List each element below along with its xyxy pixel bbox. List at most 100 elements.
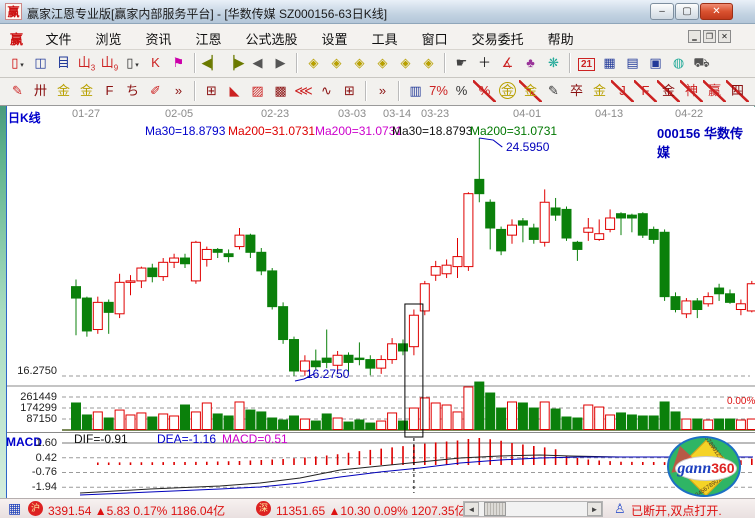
volume-bar xyxy=(399,421,408,429)
connection-status[interactable]: 已断开,双点打开. xyxy=(631,502,722,518)
next-page-icon[interactable]: ▶ xyxy=(269,52,292,74)
close-button[interactable]: ✕ xyxy=(700,3,733,20)
spiral-icon[interactable]: ち xyxy=(121,80,144,102)
percent-lines-icon[interactable]: % xyxy=(473,80,496,102)
gold-angle-icon[interactable]: 金 xyxy=(657,80,680,102)
zoom-up-icon[interactable]: ◈ xyxy=(371,52,394,74)
f10-info-icon[interactable]: 目 xyxy=(52,52,75,74)
hand-icon[interactable]: ☛ xyxy=(450,52,473,74)
angle-tool-icon[interactable]: ∡ xyxy=(496,52,519,74)
menu-item-7[interactable]: 工具 xyxy=(360,24,410,48)
calendar-icon[interactable]: 21 xyxy=(575,52,598,74)
calculator-icon[interactable]: ▦ xyxy=(598,52,621,74)
menu-item-5[interactable]: 公式选股 xyxy=(234,24,310,48)
volume-bar xyxy=(355,420,364,429)
menu-item-1[interactable]: 文件 xyxy=(33,24,83,48)
minimize-button[interactable]: ‒ xyxy=(650,3,674,20)
fan-box2-icon[interactable]: ▩ xyxy=(269,80,292,102)
gold-section-icon[interactable]: 金 xyxy=(75,80,98,102)
percent-icon[interactable]: % xyxy=(450,80,473,102)
peak-price-annotation: 24.5950 xyxy=(506,140,549,154)
flag-icon[interactable]: ⚑ xyxy=(167,52,190,74)
mdi-restore-button[interactable]: ❐ xyxy=(703,30,716,43)
gann-grid-icon[interactable]: ⊞ xyxy=(200,80,223,102)
szse-quote[interactable]: 11351.65 ▲10.30 0.09% 1207.35亿 xyxy=(276,502,467,518)
truck-icon[interactable]: ⛟ xyxy=(690,52,713,74)
tree-tool-icon[interactable]: ♣ xyxy=(519,52,542,74)
percent7-icon[interactable]: 7% xyxy=(427,80,450,102)
toolbar-separator xyxy=(194,81,196,101)
crosshair-icon[interactable]: ＋ xyxy=(473,52,496,74)
sse-quote[interactable]: 3391.54 ▲5.83 0.17% 1186.04亿 xyxy=(48,502,225,518)
volume-profile-icon[interactable]: ▥ xyxy=(404,80,427,102)
ying-angle-icon[interactable]: 赢 xyxy=(703,80,726,102)
minute-chart-3-icon[interactable]: 山3 xyxy=(75,52,98,74)
last-page-icon[interactable]: ▕▶ xyxy=(223,52,246,74)
mdi-close-button[interactable]: ✕ xyxy=(718,30,731,43)
save-icon[interactable]: ▣ xyxy=(644,52,667,74)
scroll-right-arrow[interactable]: ► xyxy=(587,502,602,516)
screen-layout-icon[interactable]: ◫ xyxy=(29,52,52,74)
gold-circle-icon[interactable]: 金 xyxy=(496,80,519,102)
menu-item-4[interactable]: 江恩 xyxy=(184,24,234,48)
arrow-brush-icon[interactable]: ✎ xyxy=(542,80,565,102)
gold-tool-icon[interactable]: 金 xyxy=(588,80,611,102)
volume-bar xyxy=(497,408,506,429)
mdi-minimize-button[interactable]: ‗ xyxy=(688,30,701,43)
menu-item-2[interactable]: 浏览 xyxy=(83,24,133,48)
volume-bar xyxy=(704,420,713,429)
fan-icon[interactable]: ◣ xyxy=(223,80,246,102)
candle-body xyxy=(551,208,560,215)
candle-period-icon[interactable]: ▯ ▾ xyxy=(121,52,144,74)
f-angle-icon[interactable]: F xyxy=(634,80,657,102)
gold-ratio-icon[interactable]: 金 xyxy=(52,80,75,102)
horizontal-scrollbar[interactable]: ◄ ► xyxy=(463,501,603,517)
zoom-all-icon[interactable]: ◈ xyxy=(394,52,417,74)
kx-analysis-icon[interactable]: K xyxy=(144,52,167,74)
si-angle-icon[interactable]: 四 xyxy=(726,80,749,102)
connection-user-icon[interactable]: ♙ xyxy=(614,501,626,517)
menu-item-10[interactable]: 帮助 xyxy=(536,24,586,48)
menu-item-3[interactable]: 资讯 xyxy=(134,24,184,48)
j-angle-icon[interactable]: J xyxy=(611,80,634,102)
logo-gann-text: gann xyxy=(677,460,711,477)
more-left-icon[interactable]: » xyxy=(167,80,190,102)
minute-chart-9-icon[interactable]: 山9 xyxy=(98,52,121,74)
zoom-lr-icon[interactable]: ◈ xyxy=(348,52,371,74)
volume-bar xyxy=(257,412,266,430)
scrollbar-thumb[interactable] xyxy=(484,502,506,516)
gann-box-icon[interactable]: 卒 xyxy=(565,80,588,102)
volume-bar xyxy=(93,412,102,430)
candle-style-icon[interactable]: ▯ ▾ xyxy=(6,52,29,74)
scroll-left-arrow[interactable]: ◄ xyxy=(464,502,479,516)
candle-body xyxy=(671,297,680,310)
szse-icon[interactable]: 深 xyxy=(256,501,271,516)
brush2-icon[interactable]: ✐ xyxy=(144,80,167,102)
menu-item-8[interactable]: 窗口 xyxy=(410,24,460,48)
ray-icon[interactable]: ⋘ xyxy=(292,80,315,102)
fan-box-icon[interactable]: ▨ xyxy=(246,80,269,102)
gann-line-icon[interactable]: 卅 xyxy=(29,80,52,102)
gold-lines-icon[interactable]: 金 xyxy=(519,80,542,102)
menu-item-6[interactable]: 设置 xyxy=(310,24,360,48)
first-page-icon[interactable]: ◀▏ xyxy=(200,52,223,74)
grid2-icon[interactable]: ⊞ xyxy=(338,80,361,102)
keyboard-icon[interactable]: ▦ xyxy=(8,501,21,516)
prev-page-icon[interactable]: ◀ xyxy=(246,52,269,74)
web-icon[interactable]: ◍ xyxy=(667,52,690,74)
zigzag-icon[interactable]: ∿ xyxy=(315,80,338,102)
zoom-right-icon[interactable]: ◈ xyxy=(325,52,348,74)
menu-item-9[interactable]: 交易委托 xyxy=(460,24,536,48)
more-right-icon[interactable]: » xyxy=(371,80,394,102)
zoom-fit-icon[interactable]: ◈ xyxy=(417,52,440,74)
zoom-left-icon[interactable]: ◈ xyxy=(302,52,325,74)
toolbar-gann-tools: ✎卅金金Fち✐»⊞◣▨▩⋘∿⊞»▥7%%%金金✎卒金JF金神赢四 xyxy=(0,78,755,106)
f-line-icon[interactable]: F xyxy=(98,80,121,102)
shen-angle-icon[interactable]: 神 xyxy=(680,80,703,102)
candle-body xyxy=(191,242,200,281)
brush-icon[interactable]: ✎ xyxy=(6,80,29,102)
maximize-button[interactable]: ▢ xyxy=(675,3,699,20)
sse-icon[interactable]: 沪 xyxy=(28,501,43,516)
brain-tool-icon[interactable]: ❋ xyxy=(542,52,565,74)
notebook-icon[interactable]: ▤ xyxy=(621,52,644,74)
